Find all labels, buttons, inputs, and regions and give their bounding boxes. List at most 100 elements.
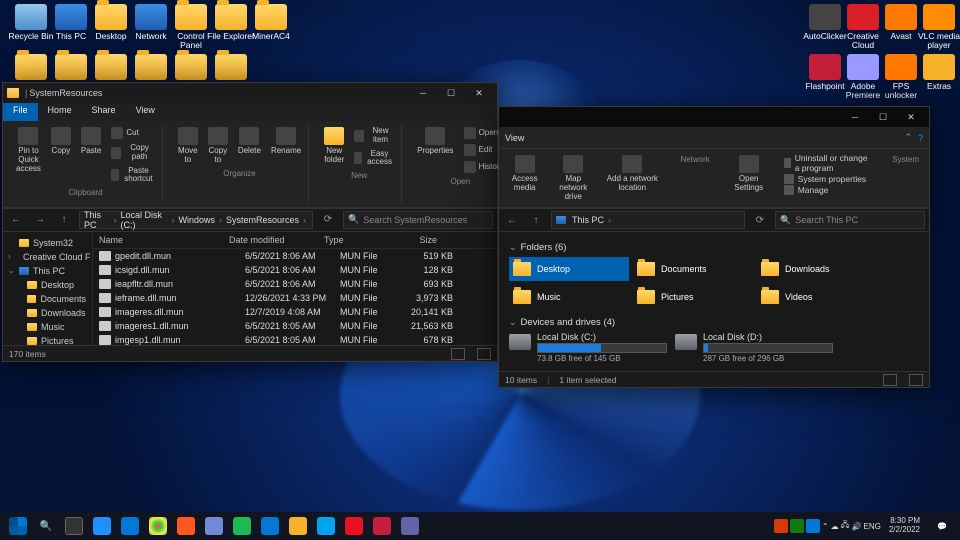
folder-item[interactable]: Music: [509, 285, 629, 309]
file-row[interactable]: ieframe.dll.mun12/26/2021 4:33 PMMUN Fil…: [93, 291, 497, 305]
new-folder-button[interactable]: New folder: [321, 125, 347, 167]
expand-icon[interactable]: ⌄: [8, 266, 15, 275]
move-to-button[interactable]: Move to: [175, 125, 201, 167]
up-button[interactable]: ↑: [55, 211, 73, 229]
crumb[interactable]: SystemResources: [226, 215, 299, 225]
file-row[interactable]: imageres.dll.mun12/7/2019 4:08 AMMUN Fil…: [93, 305, 497, 319]
properties-button[interactable]: Properties: [414, 125, 456, 158]
desktop-icon[interactable]: Extras: [914, 54, 960, 91]
task-view-button[interactable]: [60, 514, 88, 538]
add-network-button[interactable]: Add a network location: [602, 153, 662, 195]
search-input[interactable]: 🔍Search SystemResources: [343, 211, 493, 229]
taskbar-app[interactable]: [312, 514, 340, 538]
tray-icon[interactable]: [774, 519, 788, 533]
copy-to-button[interactable]: Copy to: [205, 125, 231, 167]
desktop-icon[interactable]: MinerAC4: [246, 4, 296, 41]
volume-icon[interactable]: 🔊: [852, 522, 862, 531]
taskbar-app[interactable]: [256, 514, 284, 538]
tree-node[interactable]: Pictures: [5, 334, 90, 345]
tray-icon[interactable]: [806, 519, 820, 533]
crumb[interactable]: This PC: [84, 210, 109, 230]
taskbar-app[interactable]: [340, 514, 368, 538]
drive-item[interactable]: Local Disk (D:) 287 GB free of 296 GB: [675, 332, 833, 369]
taskbar-app[interactable]: [200, 514, 228, 538]
taskbar[interactable]: 🔍 ⌃ ☁ 🖧 🔊 ENG 8:30 PM 2/2/2022 💬: [0, 512, 960, 540]
easy-access-button[interactable]: Easy access: [351, 148, 397, 170]
folder-item[interactable]: Pictures: [633, 285, 753, 309]
tree-node[interactable]: System32: [5, 236, 90, 250]
desktop-icon[interactable]: [206, 54, 256, 82]
tree-node[interactable]: Music: [5, 320, 90, 334]
maximize-button[interactable]: ☐: [869, 108, 897, 126]
start-button[interactable]: [4, 514, 32, 538]
folder-item[interactable]: Videos: [757, 285, 877, 309]
file-list[interactable]: Name Date modified Type Size gpedit.dll.…: [93, 232, 497, 345]
breadcrumb[interactable]: This PC›Local Disk (C:)›Windows›SystemRe…: [79, 211, 313, 229]
clock[interactable]: 8:30 PM 2/2/2022: [883, 517, 926, 535]
taskbar-app[interactable]: [172, 514, 200, 538]
file-row[interactable]: imageres1.dll.mun6/5/2021 8:05 AMMUN Fil…: [93, 319, 497, 333]
tab-view[interactable]: View: [126, 103, 165, 121]
folder-item[interactable]: Desktop: [509, 257, 629, 281]
up-button[interactable]: ↑: [527, 211, 545, 229]
forward-button[interactable]: →: [31, 211, 49, 229]
taskbar-app[interactable]: [88, 514, 116, 538]
help-button[interactable]: ?: [918, 133, 923, 143]
manage-button[interactable]: Manage: [784, 185, 875, 195]
view-large-button[interactable]: [909, 374, 923, 386]
collapse-ribbon-button[interactable]: ⌃: [904, 132, 912, 143]
crumb[interactable]: Local Disk (C:): [120, 210, 167, 230]
view-details-button[interactable]: [883, 374, 897, 386]
view-large-button[interactable]: [477, 348, 491, 360]
copy-button[interactable]: Copy: [48, 125, 74, 158]
copy-path-button[interactable]: Copy path: [108, 142, 157, 164]
map-drive-button[interactable]: Map network drive: [548, 153, 598, 203]
notifications-button[interactable]: 💬: [928, 514, 956, 538]
delete-button[interactable]: Delete: [235, 125, 264, 158]
tab-share[interactable]: Share: [82, 103, 126, 121]
close-button[interactable]: ✕: [465, 84, 493, 102]
tree-node[interactable]: Desktop: [5, 278, 90, 292]
rename-button[interactable]: Rename: [268, 125, 304, 158]
drive-item[interactable]: Local Disk (C:) 73.8 GB free of 145 GB: [509, 332, 667, 369]
system-props-button[interactable]: System properties: [784, 174, 875, 184]
titlebar[interactable]: | SystemResources ─ ☐ ✕: [3, 83, 497, 103]
folder-item[interactable]: Documents: [633, 257, 753, 281]
crumb[interactable]: Windows: [178, 215, 215, 225]
file-row[interactable]: icsigd.dll.mun6/5/2021 8:06 AMMUN File12…: [93, 263, 497, 277]
tab-view[interactable]: View: [505, 133, 524, 143]
paste-shortcut-button[interactable]: Paste shortcut: [108, 165, 157, 187]
onedrive-icon[interactable]: ☁: [831, 522, 839, 531]
explorer-window-systemresources[interactable]: | SystemResources ─ ☐ ✕ File Home Share …: [2, 82, 498, 362]
minimize-button[interactable]: ─: [841, 108, 869, 126]
folder-item[interactable]: Downloads: [757, 257, 877, 281]
refresh-button[interactable]: ⟳: [751, 215, 769, 226]
titlebar[interactable]: ─ ☐ ✕: [499, 107, 929, 127]
taskbar-app[interactable]: [228, 514, 256, 538]
desktop-icon[interactable]: VLC media player: [914, 4, 960, 51]
search-input[interactable]: 🔍Search This PC: [775, 211, 925, 229]
pin-button[interactable]: Pin to Quick access: [13, 125, 44, 175]
minimize-button[interactable]: ─: [409, 84, 437, 102]
taskbar-app[interactable]: [396, 514, 424, 538]
uninstall-button[interactable]: Uninstall or change a program: [784, 153, 875, 173]
tab-home[interactable]: Home: [38, 103, 82, 121]
tree-node[interactable]: ⌄ This PC: [5, 264, 90, 278]
folders-header[interactable]: Folders (6): [509, 242, 919, 253]
tree-node[interactable]: › Creative Cloud F: [5, 250, 90, 264]
system-tray[interactable]: ⌃ ☁ 🖧 🔊 ENG 8:30 PM 2/2/2022 💬: [774, 514, 956, 538]
taskbar-app[interactable]: [284, 514, 312, 538]
tree-node[interactable]: Documents: [5, 292, 90, 306]
file-row[interactable]: ieapfltr.dll.mun6/5/2021 8:06 AMMUN File…: [93, 277, 497, 291]
tree-node[interactable]: Downloads: [5, 306, 90, 320]
tray-chevron[interactable]: ⌃: [822, 522, 829, 531]
column-headers[interactable]: Name Date modified Type Size: [93, 232, 497, 249]
language-indicator[interactable]: ENG: [864, 522, 881, 531]
breadcrumb[interactable]: This PC›: [551, 211, 745, 229]
search-button[interactable]: 🔍: [32, 514, 60, 538]
back-button[interactable]: ←: [503, 211, 521, 229]
tab-file[interactable]: File: [3, 103, 38, 121]
drives-header[interactable]: Devices and drives (4): [509, 317, 919, 328]
file-row[interactable]: imgesp1.dll.mun6/5/2021 8:05 AMMUN File6…: [93, 333, 497, 345]
file-row[interactable]: gpedit.dll.mun6/5/2021 8:06 AMMUN File51…: [93, 249, 497, 263]
